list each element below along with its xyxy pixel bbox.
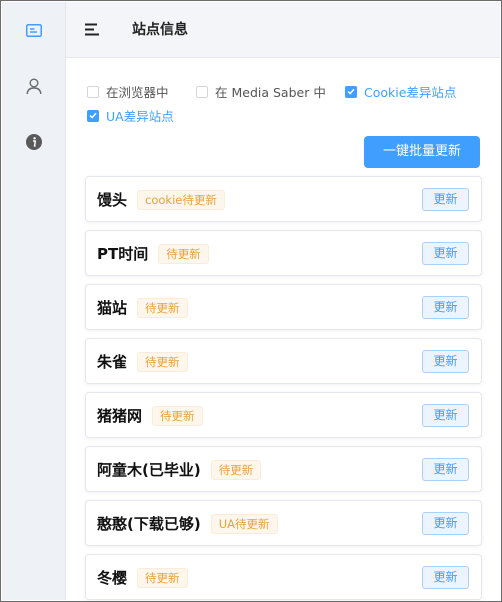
- status-tag: 待更新: [158, 244, 209, 264]
- user-icon: [26, 78, 42, 94]
- site-name: 憨憨(下载已够): [97, 515, 201, 533]
- check-icon: [347, 88, 355, 95]
- update-button[interactable]: 更新: [422, 458, 469, 481]
- page-title: 站点信息: [132, 22, 188, 38]
- site-card: 馒头 cookie待更新 更新: [85, 176, 482, 222]
- filter-in-browser-checkbox[interactable]: 在浏览器中: [87, 82, 169, 101]
- site-name-row: 猪猪网 待更新: [97, 406, 203, 426]
- update-button[interactable]: 更新: [422, 566, 469, 589]
- site-card: 冬樱 待更新 更新: [85, 554, 482, 600]
- menu-fold-icon: [85, 23, 99, 36]
- checkbox-label: Cookie差异站点: [364, 85, 457, 100]
- status-tag: 待更新: [210, 460, 262, 480]
- checkbox-label: 在浏览器中: [106, 85, 169, 100]
- update-button[interactable]: 更新: [422, 188, 469, 211]
- header: 站点信息: [66, 2, 500, 58]
- update-button[interactable]: 更新: [422, 296, 469, 319]
- site-name: 冬樱: [97, 569, 128, 587]
- site-name: 朱雀: [97, 353, 128, 371]
- info-icon: [26, 134, 42, 150]
- checkbox-box: [87, 109, 99, 122]
- sidebar: [2, 2, 66, 600]
- site-card: 阿童木(已毕业) 待更新 更新: [85, 446, 482, 492]
- filter-ua-diff-checkbox[interactable]: UA差异站点: [87, 106, 174, 125]
- site-name-row: 朱雀 待更新: [97, 352, 188, 372]
- checkbox-label: 在 Media Saber 中: [215, 85, 326, 100]
- batch-update-button[interactable]: 一键批量更新: [364, 136, 480, 168]
- status-tag: 待更新: [152, 406, 203, 426]
- update-button[interactable]: 更新: [422, 404, 469, 427]
- status-tag: cookie待更新: [137, 190, 225, 210]
- sidebar-item-site-info[interactable]: [2, 10, 66, 50]
- site-list: 馒头 cookie待更新 更新 PT时间 待更新 更新 猫站 待更新 更新 朱雀 待更新…: [85, 176, 482, 601]
- site-name-row: 憨憨(下载已够) UA待更新: [97, 514, 278, 534]
- status-tag: UA待更新: [210, 514, 278, 534]
- update-button[interactable]: 更新: [422, 242, 469, 265]
- site-name: 阿童木(已毕业): [97, 461, 201, 479]
- checkbox-box: [87, 85, 99, 98]
- site-name: 猫站: [97, 299, 128, 317]
- site-name: 馒头: [97, 191, 128, 209]
- status-tag: 待更新: [137, 568, 188, 588]
- app-window: 站点信息 在浏览器中 在 Media Saber 中 Cookie差异站点 UA…: [0, 0, 502, 602]
- status-tag: 待更新: [137, 298, 188, 318]
- checkbox-label: UA差异站点: [106, 109, 174, 124]
- site-card: 憨憨(下载已够) UA待更新 更新: [85, 500, 482, 546]
- id-card-icon: [26, 23, 42, 37]
- menu-toggle-button[interactable]: [82, 20, 104, 40]
- check-icon: [89, 112, 97, 119]
- checkbox-box: [345, 85, 357, 98]
- checkbox-box: [196, 85, 208, 98]
- filter-cookie-diff-checkbox[interactable]: Cookie差异站点: [345, 82, 456, 101]
- status-tag: 待更新: [137, 352, 188, 372]
- site-card: 朱雀 待更新 更新: [85, 338, 482, 384]
- site-name-row: 冬樱 待更新: [97, 568, 188, 588]
- site-name: PT时间: [97, 245, 149, 263]
- site-name: 猪猪网: [97, 407, 143, 425]
- site-card: 猫站 待更新 更新: [85, 284, 482, 330]
- update-button[interactable]: 更新: [422, 350, 469, 373]
- sidebar-item-user[interactable]: [2, 66, 66, 106]
- site-card: 猪猪网 待更新 更新: [85, 392, 482, 438]
- filter-in-media-saber-checkbox[interactable]: 在 Media Saber 中: [196, 82, 326, 101]
- sidebar-item-about[interactable]: [2, 122, 66, 162]
- site-name-row: PT时间 待更新: [97, 244, 209, 264]
- site-name-row: 猫站 待更新: [97, 298, 188, 318]
- site-card: PT时间 待更新 更新: [85, 230, 482, 276]
- main-content: 在浏览器中 在 Media Saber 中 Cookie差异站点 UA差异站点 …: [67, 59, 500, 600]
- update-button[interactable]: 更新: [422, 512, 469, 535]
- site-name-row: 阿童木(已毕业) 待更新: [97, 460, 262, 480]
- site-name-row: 馒头 cookie待更新: [97, 190, 225, 210]
